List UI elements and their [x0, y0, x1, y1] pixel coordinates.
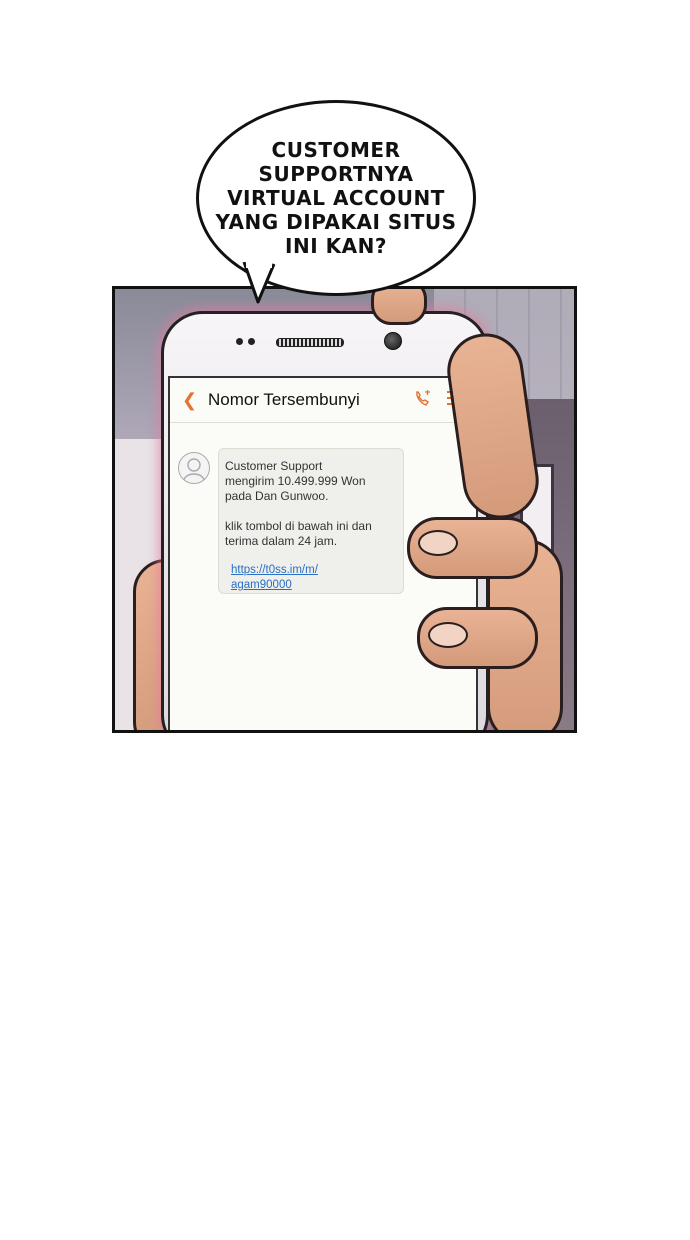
sms-link[interactable]: https://t0ss.im/m/ agam90000: [225, 563, 397, 593]
speech-line-4: YANG DIPAKAI SITUS: [215, 210, 457, 234]
sms-line: pada Dan Gunwoo.: [225, 489, 329, 503]
sms-line: terima dalam 24 jam.: [225, 534, 338, 548]
sensor-dot: [248, 338, 255, 345]
speech-text: CUSTOMER SUPPORTNYA VIRTUAL ACCOUNT YANG…: [215, 138, 456, 258]
contact-title: Nomor Tersembunyi: [208, 390, 360, 409]
sms-line: mengirim 10.499.999 Won: [225, 474, 366, 488]
sensor-dot: [236, 338, 243, 345]
phone-call-icon[interactable]: [414, 390, 432, 408]
sms-link-line: https://t0ss.im/m/: [231, 564, 318, 576]
hand-finger: [407, 517, 538, 579]
front-camera: [384, 332, 402, 350]
sms-link-line: agam90000: [231, 579, 292, 591]
speech-line-1: CUSTOMER: [271, 138, 401, 162]
comic-panel: ❮ Nomor Tersembunyi Customer Support men…: [112, 286, 577, 733]
hand-finger: [417, 607, 538, 669]
person-icon: [183, 458, 205, 481]
speech-bubble: CUSTOMER SUPPORTNYA VIRTUAL ACCOUNT YANG…: [196, 100, 476, 296]
speech-bubble-tail: [242, 262, 276, 304]
avatar: [178, 452, 210, 484]
message-header: ❮ Nomor Tersembunyi: [170, 378, 476, 423]
sms-line: Customer Support: [225, 459, 323, 473]
speech-line-5: INI KAN?: [285, 234, 387, 258]
sms-line: klik tombol di bawah ini dan: [225, 519, 372, 533]
hand-thumb: [371, 289, 427, 325]
speech-line-3: VIRTUAL ACCOUNT: [227, 186, 445, 210]
speech-line-2: SUPPORTNYA: [258, 162, 414, 186]
fingernail: [428, 622, 468, 648]
back-chevron-icon[interactable]: ❮: [182, 390, 197, 410]
sms-message-bubble: Customer Support mengirim 10.499.999 Won…: [218, 448, 404, 594]
earpiece-speaker: [276, 338, 344, 347]
fingernail: [418, 530, 458, 556]
